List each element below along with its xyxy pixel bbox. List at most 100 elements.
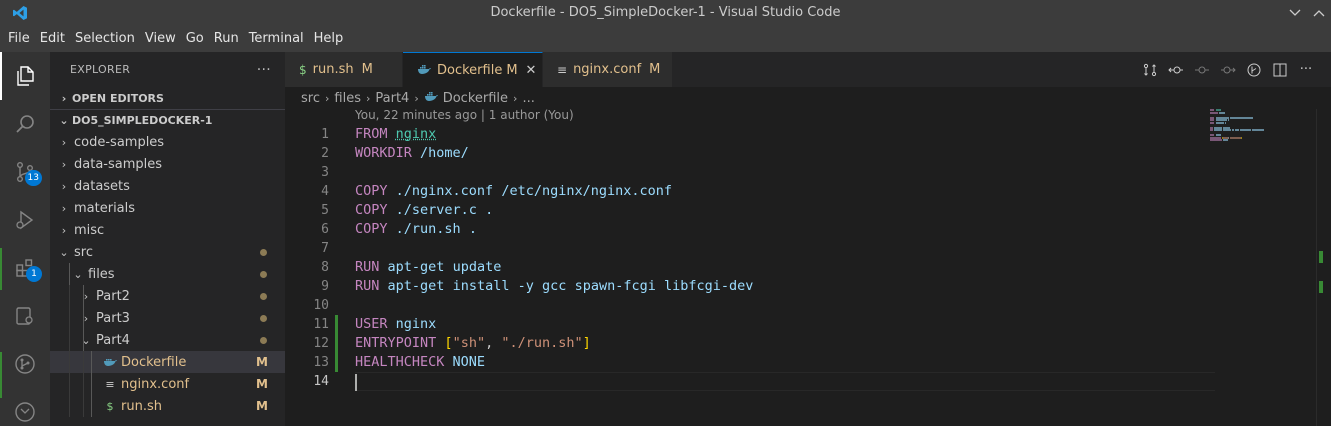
split-editor-icon[interactable] — [1267, 59, 1293, 81]
minimap-line — [1252, 129, 1264, 131]
code-line[interactable]: FROM nginx — [355, 125, 1215, 144]
menu-help[interactable]: Help — [309, 26, 349, 52]
code-line[interactable]: ENTRYPOINT ["sh", "./run.sh"] — [355, 334, 1215, 353]
go-back-change-icon[interactable] — [1163, 59, 1189, 81]
folder-item[interactable]: › datasets — [50, 175, 285, 197]
more-actions-icon[interactable]: ··· — [1293, 59, 1319, 81]
timeline-icon[interactable] — [0, 388, 50, 426]
chevron-down-icon: ⌄ — [56, 114, 72, 127]
run-debug-icon[interactable] — [0, 196, 50, 244]
breadcrumb-src[interactable]: src — [301, 91, 320, 106]
workspace-section[interactable]: ⌄ DO5_SIMPLEDOCKER-1 — [50, 109, 285, 131]
menu-selection[interactable]: Selection — [70, 26, 140, 52]
minimap[interactable] — [1210, 109, 1316, 426]
code-editor[interactable]: FROM nginx WORKDIR /home/COPY ./nginx.con… — [355, 125, 1215, 391]
git-graph-icon[interactable] — [1241, 59, 1267, 81]
menu-edit[interactable]: Edit — [35, 26, 70, 52]
vertical-scrollbar[interactable] — [1316, 109, 1331, 426]
tree-item-label: data-samples — [74, 157, 162, 172]
go-forward-change-icon[interactable] — [1215, 59, 1241, 81]
code-token: . — [485, 202, 493, 218]
folder-item[interactable]: › code-samples — [50, 131, 285, 153]
indent-guide — [83, 395, 84, 417]
tree-item-label: code-samples — [74, 135, 164, 150]
code-keyword: COPY — [355, 183, 388, 199]
code-line[interactable]: HEALTHCHECK NONE — [355, 353, 1215, 372]
code-line[interactable]: COPY ./server.c . — [355, 201, 1215, 220]
tab-run-sh[interactable]: $ run.sh M — [285, 52, 403, 87]
code-space — [461, 221, 469, 237]
shell-file-icon: $ — [102, 400, 118, 413]
menu-go[interactable]: Go — [181, 26, 209, 52]
source-control-icon[interactable]: 13 — [0, 148, 50, 196]
commit-icon[interactable] — [1189, 59, 1215, 81]
folder-item[interactable]: › Part3 — [50, 307, 285, 329]
folder-item[interactable]: › misc — [50, 219, 285, 241]
git-blame-codelens[interactable]: You, 22 minutes ago | 1 author (You) — [355, 108, 574, 122]
indent-guide — [83, 307, 84, 329]
extensions-icon[interactable]: 1 — [0, 244, 50, 292]
code-line[interactable] — [355, 296, 1215, 315]
code-space — [388, 126, 396, 142]
indent-guide — [69, 263, 70, 285]
code-keyword: RUN — [355, 278, 379, 294]
open-editors-section[interactable]: › OPEN EDITORS — [50, 87, 285, 109]
close-icon[interactable]: ✕ — [526, 63, 537, 78]
chevron-right-icon: › — [56, 224, 72, 237]
code-line[interactable] — [355, 163, 1215, 182]
indent-guide — [83, 329, 84, 351]
minimap-line — [1230, 137, 1241, 139]
tree-item-label: Part3 — [96, 311, 130, 326]
tab-dockerfile[interactable]: Dockerfile M ✕ — [403, 52, 543, 87]
git-graph-icon[interactable] — [0, 340, 50, 388]
menu-file[interactable]: File — [3, 26, 35, 52]
file-item[interactable]: $ run.sh M — [50, 395, 285, 417]
code-token: NONE — [453, 354, 486, 370]
code-line[interactable]: COPY ./nginx.conf /etc/nginx/nginx.conf — [355, 182, 1215, 201]
code-space — [388, 183, 396, 199]
tree-item-label: datasets — [74, 179, 130, 194]
menu-view[interactable]: View — [140, 26, 181, 52]
chevron-up-icon[interactable] — [1307, 0, 1331, 26]
docker-icon — [417, 63, 431, 78]
code-line[interactable] — [355, 239, 1215, 258]
indent-guide — [69, 395, 70, 417]
folder-item[interactable]: ⌄ src — [50, 241, 285, 263]
chevron-down-icon[interactable] — [1283, 0, 1307, 26]
breadcrumb-part4[interactable]: Part4 — [375, 91, 409, 106]
remote-explorer-icon[interactable] — [0, 292, 50, 340]
code-line[interactable] — [355, 372, 1215, 391]
file-item[interactable]: Dockerfile M — [50, 351, 285, 373]
code-space — [379, 259, 387, 275]
folder-item[interactable]: › data-samples — [50, 153, 285, 175]
open-changes-icon[interactable] — [1137, 59, 1163, 81]
folder-item[interactable]: ⌄ files — [50, 263, 285, 285]
breadcrumb-dockerfile[interactable]: Dockerfile — [443, 91, 508, 106]
tab-label: nginx.conf — [573, 62, 641, 77]
indent-guide — [91, 351, 92, 373]
config-file-icon: ≡ — [557, 63, 567, 77]
code-line[interactable]: COPY ./run.sh . — [355, 220, 1215, 239]
activity-bar: 13 1 — [0, 52, 50, 426]
code-line[interactable]: RUN apt-get install -y gcc spawn-fcgi li… — [355, 277, 1215, 296]
indent-guide — [91, 395, 92, 417]
folder-item[interactable]: › materials — [50, 197, 285, 219]
code-line[interactable]: WORKDIR /home/ — [355, 144, 1215, 163]
breadcrumb-files[interactable]: files — [334, 91, 361, 106]
code-line[interactable]: RUN apt-get update — [355, 258, 1215, 277]
file-item[interactable]: ≡ nginx.conf M — [50, 373, 285, 395]
explorer-icon[interactable] — [0, 52, 50, 100]
search-icon[interactable] — [0, 100, 50, 148]
folder-item[interactable]: ⌄ Part4 — [50, 329, 285, 351]
breadcrumb-more[interactable]: ... — [522, 91, 534, 106]
modified-dot — [260, 293, 267, 300]
menu-terminal[interactable]: Terminal — [244, 26, 309, 52]
tab-nginx-conf[interactable]: ≡ nginx.conf M — [543, 52, 673, 87]
code-space — [477, 202, 485, 218]
menu-run[interactable]: Run — [209, 26, 244, 52]
minimap-line — [1210, 112, 1218, 114]
code-line[interactable]: USER nginx — [355, 315, 1215, 334]
folder-item[interactable]: › Part2 — [50, 285, 285, 307]
git-status-modified: M — [256, 355, 268, 369]
more-actions-button[interactable]: ··· — [257, 62, 271, 78]
